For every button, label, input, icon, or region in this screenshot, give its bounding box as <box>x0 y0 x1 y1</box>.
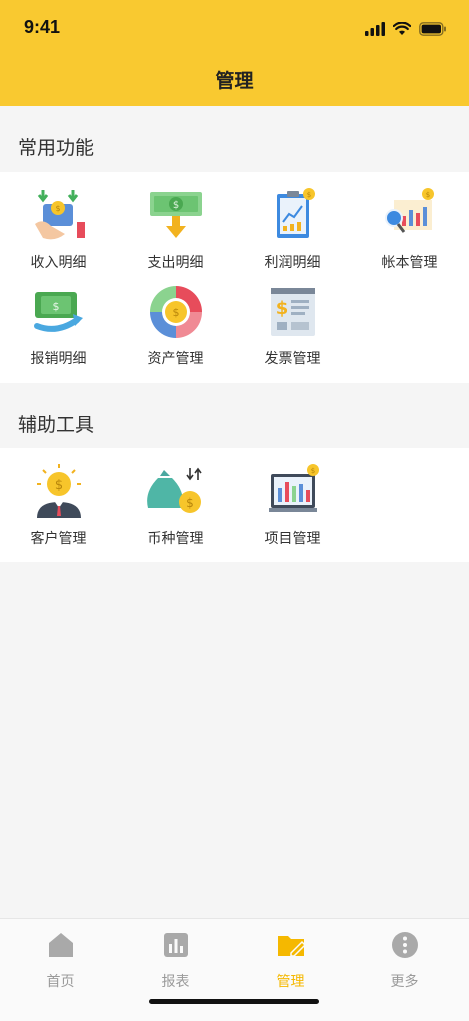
expense-icon: $ <box>149 192 202 238</box>
grid-item-label: 利润明细 <box>264 255 321 271</box>
wifi-icon <box>393 22 411 35</box>
svg-text:$: $ <box>54 478 62 493</box>
battery-icon <box>419 22 446 36</box>
home-indicator <box>149 999 319 1004</box>
svg-text:$: $ <box>172 200 178 211</box>
grid-item-currency[interactable]: $ 币种管理 <box>117 462 234 548</box>
report-icon <box>163 933 188 957</box>
tab-report[interactable]: 报表 <box>117 929 234 991</box>
status-bar: 9:41 <box>0 14 469 44</box>
customer-icon: $ <box>36 464 81 518</box>
tab-more[interactable]: 更多 <box>346 929 463 991</box>
svg-text:$: $ <box>55 204 60 213</box>
grid-item-label: 客户管理 <box>30 531 87 547</box>
svg-text:$: $ <box>306 191 310 199</box>
grid-item-label: 收入明细 <box>30 255 87 271</box>
tab-label: 管理 <box>276 974 305 990</box>
grid-item-ledger[interactable]: $ 帐本管理 <box>351 186 468 272</box>
manage-icon <box>277 936 306 957</box>
signal-icon <box>365 22 385 36</box>
invoice-icon: $ <box>270 288 315 336</box>
grid-item-project[interactable]: $ 项目管理 <box>234 462 351 548</box>
reimbursement-icon: $ <box>33 292 83 332</box>
svg-text:$: $ <box>52 300 59 313</box>
profit-icon: $ <box>276 188 315 238</box>
svg-text:$: $ <box>425 191 429 199</box>
svg-text:$: $ <box>275 298 288 319</box>
grid-item-customer[interactable]: $ 客户管理 <box>0 462 117 548</box>
grid-item-label: 支出明细 <box>147 255 204 271</box>
ledger-icon: $ <box>384 188 434 233</box>
top-bar: 9:41 管理 <box>0 0 469 106</box>
assets-icon: $ <box>149 286 202 338</box>
grid-item-expense[interactable]: $ 支出明细 <box>117 186 234 272</box>
tab-label: 首页 <box>46 974 75 990</box>
grid-item-reimbursement[interactable]: $ 报销明细 <box>0 282 117 368</box>
grid-item-label: 发票管理 <box>264 351 321 367</box>
page-title: 管理 <box>215 70 254 92</box>
grid-item-label: 资产管理 <box>147 351 204 367</box>
grid-item-assets[interactable]: $ 资产管理 <box>117 282 234 368</box>
grid-item-label: 报销明细 <box>30 351 87 367</box>
tab-manage[interactable]: 管理 <box>232 929 349 991</box>
tab-bar: 首页 报表 管理 更多 <box>0 918 469 1021</box>
section-title-tools: 辅助工具 <box>18 414 95 436</box>
status-icons <box>365 20 447 38</box>
grid-item-profit[interactable]: $ 利润明细 <box>234 186 351 272</box>
svg-text:$: $ <box>186 496 194 510</box>
tools-card: $ 客户管理 $ 币种管理 $ 项目管理 <box>0 448 469 562</box>
home-icon <box>48 933 73 957</box>
grid-item-invoice[interactable]: $ 发票管理 <box>234 282 351 368</box>
status-time: 9:41 <box>24 17 61 37</box>
grid-item-label: 项目管理 <box>264 531 321 547</box>
grid-item-income[interactable]: $ 收入明细 <box>0 186 117 272</box>
common-functions-card: $ 收入明细 $ 支出明细 $ 利润明细 $ 帐本管理 $ 报销明细 $ 资产管… <box>0 172 469 383</box>
currency-icon: $ <box>146 467 202 513</box>
tab-label: 更多 <box>390 974 419 990</box>
more-icon <box>391 932 418 958</box>
svg-text:$: $ <box>172 306 179 319</box>
grid-item-label: 帐本管理 <box>381 255 438 271</box>
svg-text:$: $ <box>310 467 314 475</box>
project-icon: $ <box>268 464 319 512</box>
tab-label: 报表 <box>161 974 190 990</box>
tab-home[interactable]: 首页 <box>2 929 119 991</box>
grid-item-label: 币种管理 <box>147 531 204 547</box>
section-title-common: 常用功能 <box>18 137 95 159</box>
income-icon: $ <box>34 190 85 240</box>
